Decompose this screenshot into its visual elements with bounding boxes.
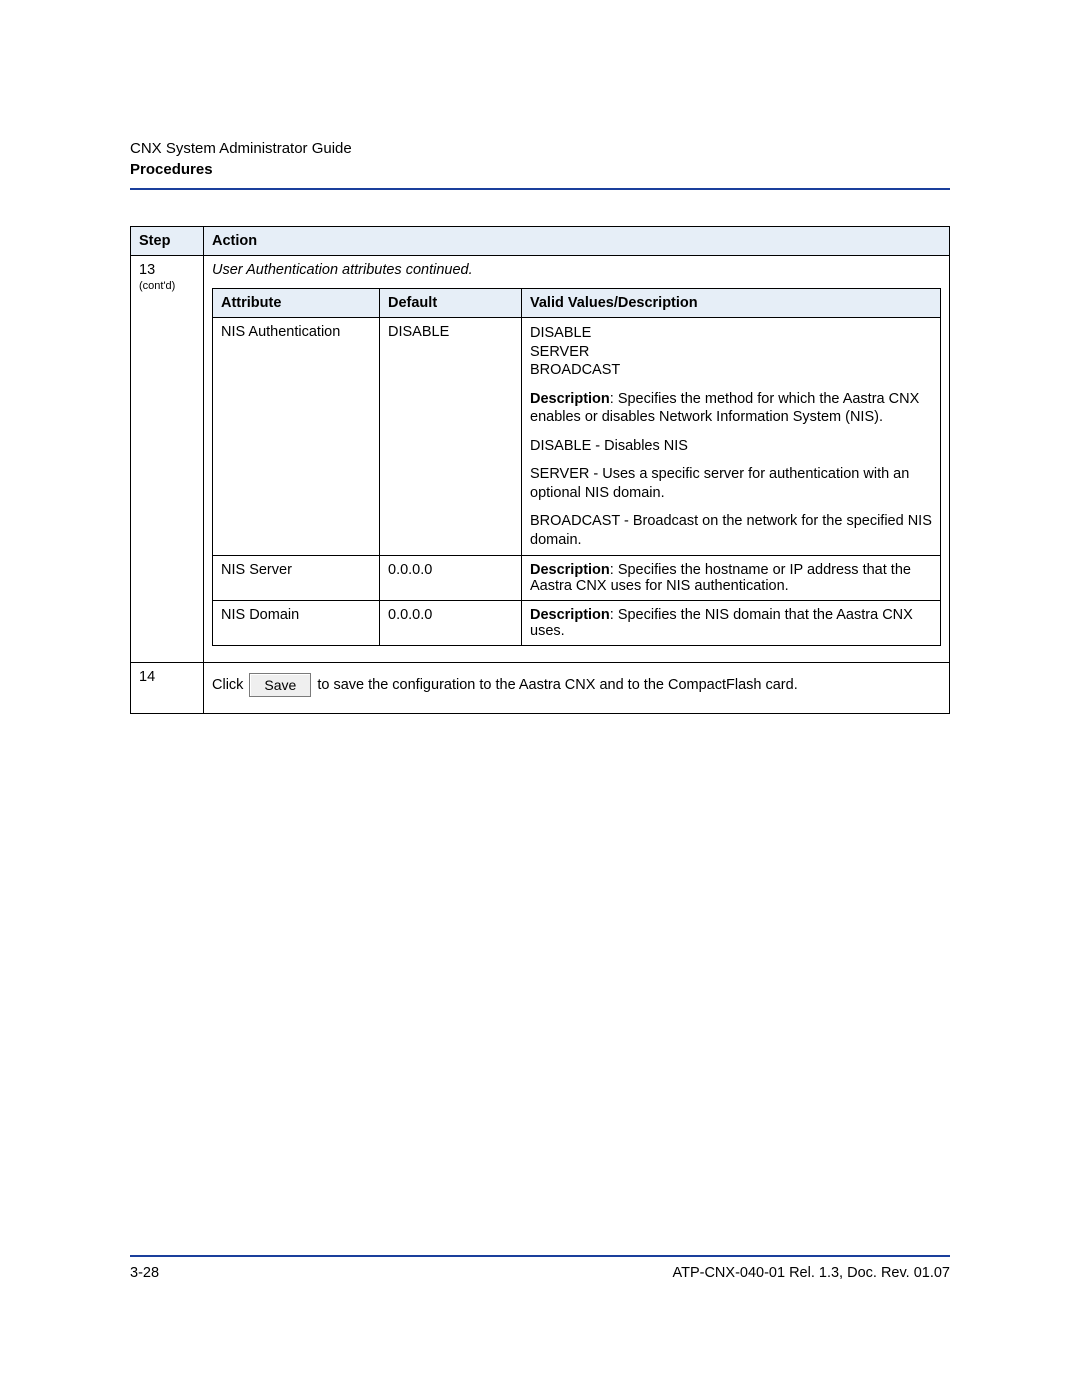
action-cell: User Authentication attributes continued… <box>204 256 950 663</box>
doc-section: Procedures <box>130 161 950 178</box>
attribute-name: NIS Server <box>213 556 380 601</box>
description-label: Description <box>530 391 610 407</box>
header-divider <box>130 188 950 190</box>
col-header-default: Default <box>380 289 522 318</box>
attribute-name: NIS Domain <box>213 601 380 646</box>
col-header-step: Step <box>131 227 204 256</box>
attribute-description: DISABLE SERVER BROADCAST Description: Sp… <box>522 318 941 556</box>
step-number-cell: 14 <box>131 663 204 714</box>
footer-divider <box>130 1255 950 1257</box>
attribute-description: Description: Specifies the hostname or I… <box>522 556 941 601</box>
col-header-description: Valid Values/Description <box>522 289 941 318</box>
attribute-default: 0.0.0.0 <box>380 556 522 601</box>
attributes-caption: User Authentication attributes continued… <box>212 262 941 278</box>
attribute-name: NIS Authentication <box>213 318 380 556</box>
page-number: 3-28 <box>130 1265 159 1281</box>
description-label: Description <box>530 607 610 623</box>
valid-value: SERVER <box>530 344 589 360</box>
procedure-table: Step Action 13 (cont'd) User Authenticat… <box>130 226 950 714</box>
valid-value: DISABLE <box>530 325 591 341</box>
description-line: BROADCAST - Broadcast on the network for… <box>530 512 932 549</box>
description-label: Description <box>530 562 610 578</box>
description-line: SERVER - Uses a specific server for auth… <box>530 465 932 502</box>
page-footer: 3-28 ATP-CNX-040-01 Rel. 1.3, Doc. Rev. … <box>130 1255 950 1281</box>
attribute-default: DISABLE <box>380 318 522 556</box>
action-text-post: to save the configuration to the Aastra … <box>317 677 797 693</box>
col-header-action: Action <box>204 227 950 256</box>
doc-title: CNX System Administrator Guide <box>130 140 950 157</box>
attribute-default: 0.0.0.0 <box>380 601 522 646</box>
action-cell: Click Save to save the configuration to … <box>204 663 950 714</box>
save-button[interactable]: Save <box>249 673 311 697</box>
document-page: CNX System Administrator Guide Procedure… <box>0 0 1080 1397</box>
table-row: NIS Server 0.0.0.0 Description: Specifie… <box>213 556 941 601</box>
attribute-description: Description: Specifies the NIS domain th… <box>522 601 941 646</box>
description-line: DISABLE - Disables NIS <box>530 437 932 456</box>
step-number: 13 <box>139 262 155 278</box>
doc-id: ATP-CNX-040-01 Rel. 1.3, Doc. Rev. 01.07 <box>673 1265 951 1281</box>
valid-value: BROADCAST <box>530 362 620 378</box>
step-contd: (cont'd) <box>139 280 195 292</box>
attributes-table: Attribute Default Valid Values/Descripti… <box>212 288 941 646</box>
action-text-pre: Click <box>212 677 243 693</box>
table-row: 13 (cont'd) User Authentication attribut… <box>131 256 950 663</box>
col-header-attribute: Attribute <box>213 289 380 318</box>
table-row: NIS Domain 0.0.0.0 Description: Specifie… <box>213 601 941 646</box>
step-number-cell: 13 (cont'd) <box>131 256 204 663</box>
table-row: 14 Click Save to save the configuration … <box>131 663 950 714</box>
table-row: NIS Authentication DISABLE DISABLE SERVE… <box>213 318 941 556</box>
step-number: 14 <box>139 669 155 685</box>
